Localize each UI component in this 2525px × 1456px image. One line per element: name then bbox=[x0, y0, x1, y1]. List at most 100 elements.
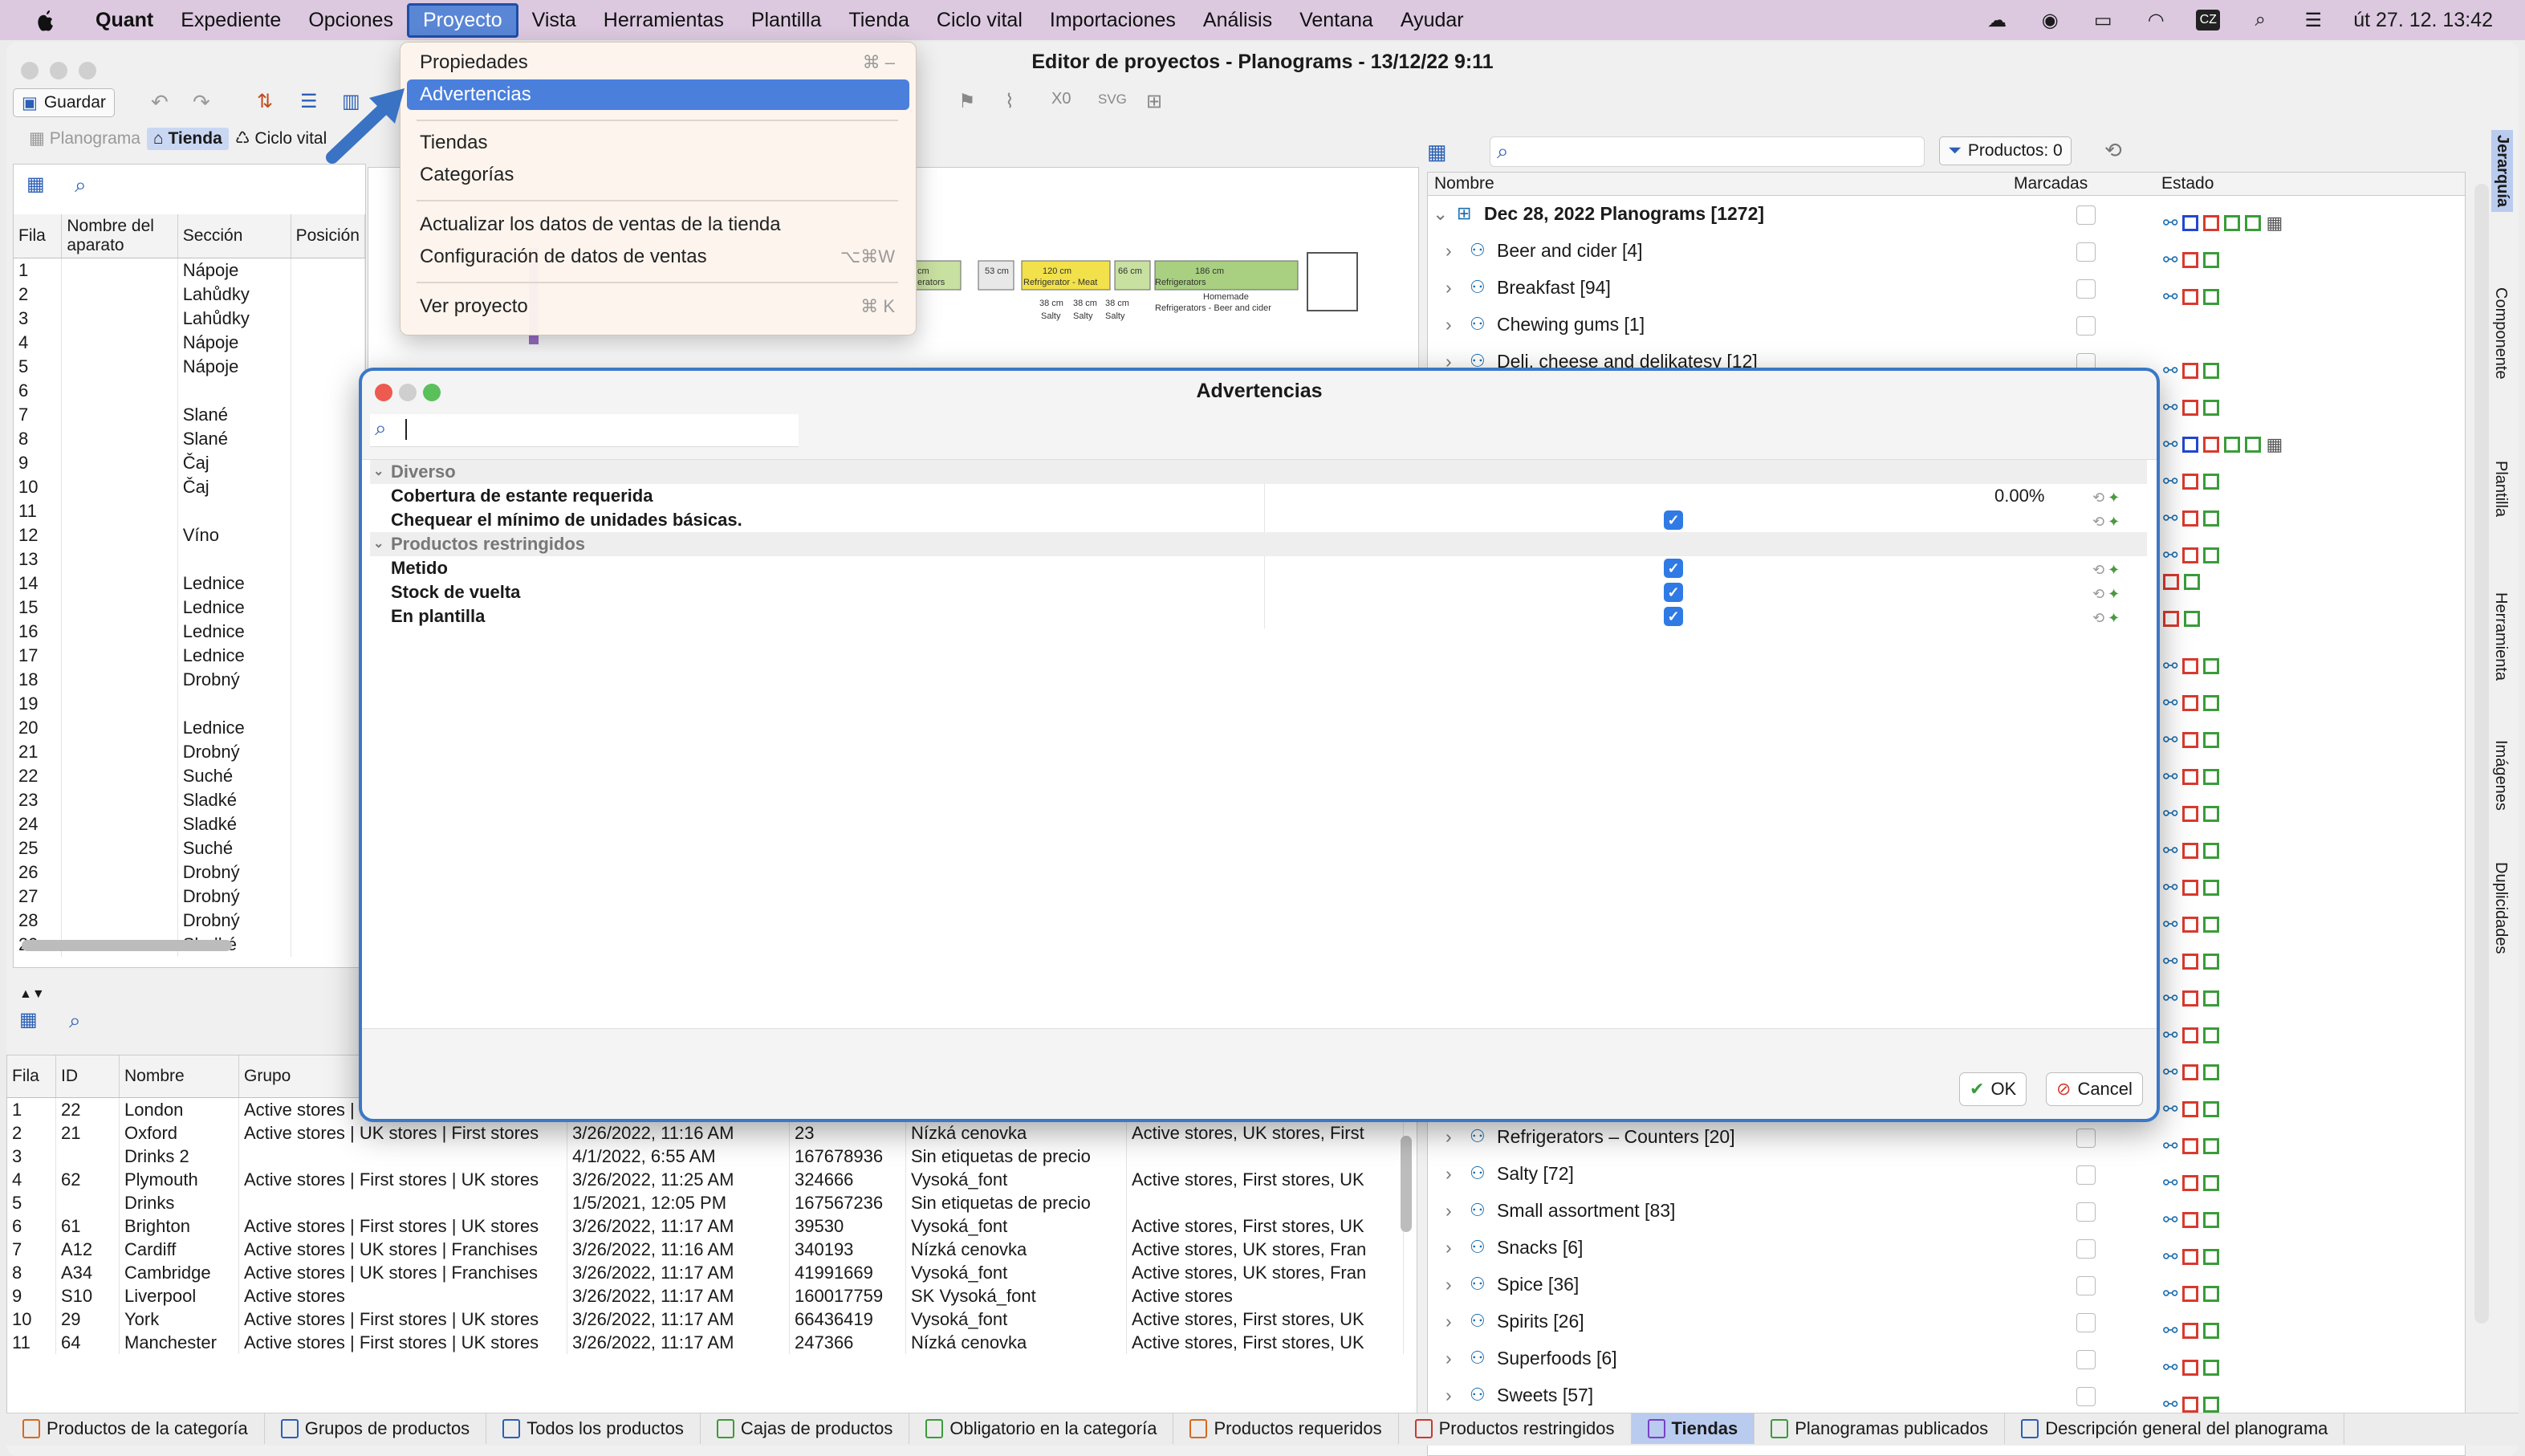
control-center-icon[interactable]: ☰ bbox=[2300, 10, 2326, 31]
tree-row[interactable]: › ⚇ Snacks [6] ⚯ bbox=[1428, 1229, 2455, 1267]
battery-icon[interactable]: ▭ bbox=[2090, 10, 2116, 31]
menu-item-propiedades[interactable]: Propiedades ⌘ – bbox=[407, 47, 909, 78]
marked-checkbox[interactable] bbox=[2076, 242, 2096, 262]
table-row[interactable]: 11 64 Manchester Active stores | First stor… bbox=[7, 1331, 1404, 1354]
pin-icon[interactable]: ✦ bbox=[2108, 514, 2123, 530]
apple-icon[interactable] bbox=[32, 10, 58, 31]
table-row[interactable]: 3 Drinks 2 4/1/2022, 6:55 AM 167678936 Sin e… bbox=[7, 1145, 1404, 1168]
bottom-tab[interactable]: Cajas de productos bbox=[701, 1413, 910, 1444]
menu-item-advertencias[interactable]: Advertencias bbox=[407, 79, 909, 110]
reset-icon[interactable]: ⟲ bbox=[2092, 586, 2108, 602]
table-row[interactable]: 21 Drobný bbox=[14, 740, 366, 764]
table-row[interactable]: 20 Lednice bbox=[14, 716, 366, 740]
save-button[interactable]: ▣ Guardar bbox=[13, 88, 115, 117]
undo-icon[interactable]: ↶ bbox=[151, 90, 169, 115]
reset-edit-icons[interactable]: ⟲✦ bbox=[2092, 558, 2123, 582]
chevron-right-icon[interactable]: › bbox=[1445, 1155, 1452, 1192]
cancel-button[interactable]: ⊘ Cancel bbox=[2046, 1072, 2143, 1106]
xo-icon[interactable]: X0 bbox=[1051, 90, 1071, 108]
marked-checkbox[interactable] bbox=[2076, 1129, 2096, 1148]
tab-tienda[interactable]: ⌂ Tienda bbox=[146, 127, 229, 150]
marked-checkbox[interactable] bbox=[2076, 316, 2096, 336]
menu-opciones[interactable]: Opciones bbox=[295, 6, 407, 35]
chevron-right-icon[interactable]: › bbox=[1445, 1229, 1452, 1266]
column-header[interactable]: Posición bbox=[291, 214, 366, 258]
sort-icon[interactable]: ⇅ bbox=[257, 90, 273, 113]
menu-item-tiendas[interactable]: Tiendas bbox=[407, 128, 909, 158]
chevron-right-icon[interactable]: › bbox=[1445, 269, 1452, 306]
tree-row[interactable]: › ⚇ Salty [72] ⚯ bbox=[1428, 1155, 2455, 1193]
menu-expediente[interactable]: Expediente bbox=[167, 6, 295, 35]
table-row[interactable]: 4 62 Plymouth Active stores | First stores … bbox=[7, 1168, 1404, 1191]
table-row[interactable]: 27 Drobný bbox=[14, 885, 366, 909]
zoom-window-button[interactable] bbox=[79, 62, 96, 79]
warning-group-header[interactable]: ⌄ Diverso bbox=[370, 460, 2147, 484]
marked-checkbox[interactable] bbox=[2076, 1165, 2096, 1185]
table-row[interactable]: 23 Sladké bbox=[14, 788, 366, 812]
tree-row[interactable]: › ⚇ Breakfast [94] ⚯ bbox=[1428, 269, 2455, 307]
bottom-tab[interactable]: Productos requeridos bbox=[1173, 1413, 1399, 1444]
table-row[interactable]: 9 S10 Liverpool Active stores 3/26/2022, 11:… bbox=[7, 1284, 1404, 1308]
table-row[interactable]: 5 Drinks 1/5/2021, 12:05 PM 167567236 Sin et… bbox=[7, 1191, 1404, 1214]
warning-row[interactable]: Stock de vuelta ✓ ⟲✦ bbox=[370, 580, 2147, 604]
github-icon[interactable]: ◉ bbox=[2037, 10, 2063, 31]
table-row[interactable]: 16 Lednice bbox=[14, 620, 366, 644]
chevron-right-icon[interactable]: › bbox=[1445, 1266, 1452, 1303]
tab-ciclo-vital[interactable]: ♺ Ciclo vital bbox=[229, 127, 334, 150]
marked-checkbox[interactable] bbox=[2076, 1313, 2096, 1332]
warning-checkbox[interactable]: ✓ bbox=[1664, 559, 1683, 578]
table-row[interactable]: 12 Víno bbox=[14, 523, 366, 547]
tree-row[interactable]: › ⚇ Sweets [57] ⚯ bbox=[1428, 1377, 2455, 1414]
bottom-tab[interactable]: Grupos de productos bbox=[265, 1413, 487, 1444]
table-row[interactable]: 14 Lednice bbox=[14, 571, 366, 596]
bottom-tab[interactable]: Descripción general del planograma bbox=[2005, 1413, 2345, 1444]
column-header[interactable]: Estado bbox=[2161, 174, 2214, 193]
column-header[interactable]: Sección bbox=[177, 214, 291, 258]
column-header[interactable]: Fila bbox=[14, 214, 63, 258]
menubar-clock[interactable]: út 27. 12. 13:42 bbox=[2353, 9, 2493, 32]
table-row[interactable]: 2 21 Oxford Active stores | UK stores | Fir… bbox=[7, 1121, 1404, 1145]
column-header[interactable]: Nombre del aparato bbox=[61, 214, 178, 258]
table-row[interactable]: 3 Lahůdky bbox=[14, 307, 366, 331]
table-row[interactable]: 15 Lednice bbox=[14, 596, 366, 620]
column-header[interactable]: Nombre bbox=[1434, 174, 1494, 193]
table-row[interactable]: 18 Drobný bbox=[14, 668, 366, 692]
table-row[interactable]: 7 Slané bbox=[14, 403, 366, 427]
horizontal-scrollbar[interactable] bbox=[22, 940, 232, 951]
reset-edit-icons[interactable]: ⟲✦ bbox=[2092, 582, 2123, 606]
reset-icon[interactable]: ⟲ bbox=[2092, 562, 2108, 578]
table-row[interactable]: 17 Lednice bbox=[14, 644, 366, 668]
warning-group-header[interactable]: ⌄ Productos restringidos bbox=[370, 532, 2147, 556]
table-icon[interactable]: ▦ bbox=[26, 173, 45, 196]
products-filter-button[interactable]: ⏷ Productos: 0 bbox=[1939, 136, 2072, 165]
menu-item-ver-proyecto[interactable]: Ver proyecto ⌘ K bbox=[407, 291, 909, 322]
dialog-search-input[interactable]: ⌕ bbox=[370, 414, 799, 447]
pin-icon[interactable]: ✦ bbox=[2108, 610, 2123, 626]
marked-checkbox[interactable] bbox=[2076, 205, 2096, 225]
bottom-tab[interactable]: Obligatorio en la categoría bbox=[909, 1413, 1174, 1444]
menu-ciclo-vital[interactable]: Ciclo vital bbox=[923, 6, 1036, 35]
table-row[interactable]: 24 Sladké bbox=[14, 812, 366, 836]
redo-icon[interactable]: ↷ bbox=[193, 90, 210, 115]
menu-quant[interactable]: Quant bbox=[82, 6, 167, 35]
warning-value[interactable]: 0.00% bbox=[1994, 484, 2044, 508]
pin-icon[interactable]: ✦ bbox=[2108, 586, 2123, 602]
vertical-scrollbar[interactable] bbox=[1401, 1136, 1412, 1232]
chevron-right-icon[interactable]: › bbox=[1445, 1340, 1452, 1377]
table-row[interactable]: 10 29 York Active stores | First stores | U… bbox=[7, 1308, 1404, 1331]
tree-row[interactable]: › ⚇ Refrigerators – Counters [20] ⚯ bbox=[1428, 1118, 2455, 1156]
refresh-icon[interactable]: ⟲ bbox=[2104, 138, 2122, 163]
chevron-right-icon[interactable]: › bbox=[1445, 1192, 1452, 1229]
table-row[interactable]: 11 bbox=[14, 499, 366, 523]
table-row[interactable]: 19 bbox=[14, 692, 366, 716]
tree-row[interactable]: › ⚇ Beer and cider [4] ⚯ bbox=[1428, 232, 2455, 270]
tree-row[interactable]: › ⚇ Small assortment [83] ⚯ bbox=[1428, 1192, 2455, 1230]
table-row[interactable]: 13 bbox=[14, 547, 366, 571]
table-row[interactable]: 6 61 Brighton Active stores | First stores … bbox=[7, 1214, 1404, 1238]
marked-checkbox[interactable] bbox=[2076, 1202, 2096, 1222]
side-tab-plantilla[interactable]: Plantilla bbox=[2491, 461, 2510, 517]
marked-checkbox[interactable] bbox=[2076, 279, 2096, 299]
reset-icon[interactable]: ⟲ bbox=[2092, 610, 2108, 626]
tree-row[interactable]: › ⚇ Chewing gums [1] bbox=[1428, 306, 2455, 343]
tab-planograma[interactable]: ▦ Planograma bbox=[22, 127, 147, 150]
